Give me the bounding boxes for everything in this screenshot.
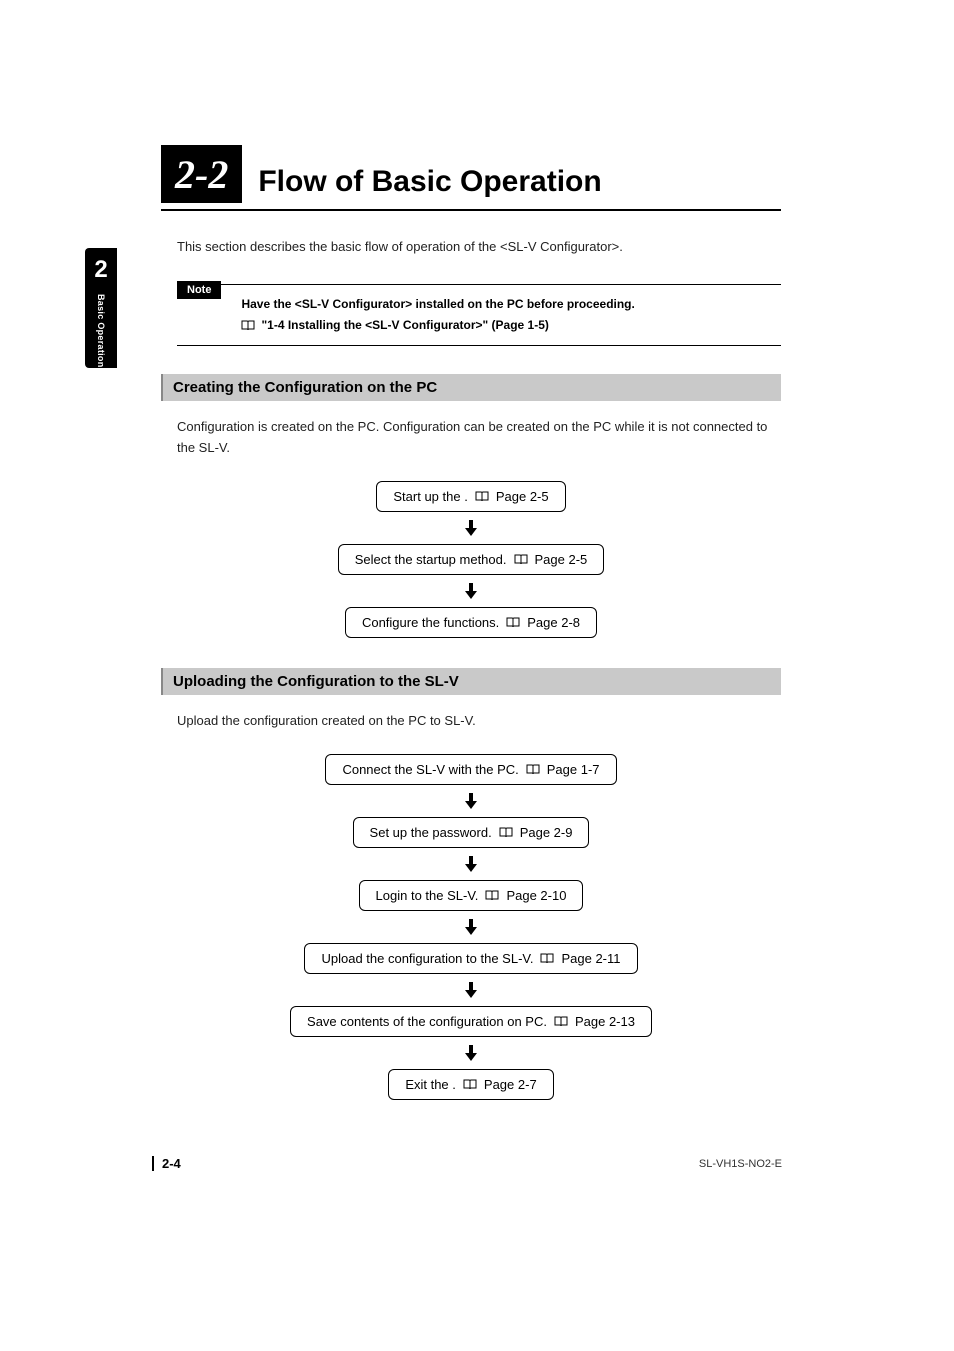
flow-step: Connect the SL-V with the PC. Page 1-7: [325, 754, 616, 785]
note-reference-text: "1-4 Installing the <SL-V Configurator>"…: [261, 316, 548, 335]
arrow-down-icon: [461, 1043, 481, 1063]
note-line1: Have the <SL-V Configurator> installed o…: [241, 295, 634, 314]
flow-step-text: Configure the functions.: [362, 615, 499, 630]
note-label: Note: [177, 281, 221, 299]
section-header: 2-2 Flow of Basic Operation: [161, 145, 781, 211]
flow-step-page: Page 2-10: [506, 888, 566, 903]
note-block: Note Have the <SL-V Configurator> instal…: [177, 284, 781, 346]
book-icon: [514, 554, 528, 565]
flow-step-text: Select the startup method.: [355, 552, 507, 567]
flow-step-page: Page 2-7: [484, 1077, 537, 1092]
note-body: Have the <SL-V Configurator> installed o…: [241, 295, 634, 335]
flow-step: Select the startup method. Page 2-5: [338, 544, 605, 575]
section-title: Flow of Basic Operation: [258, 165, 601, 203]
flow-step: Start up the . Page 2-5: [376, 481, 565, 512]
flow-chart-1: Start up the . Page 2-5Select the startu…: [161, 481, 781, 638]
subheading-uploading: Uploading the Configuration to the SL-V: [161, 668, 781, 695]
arrow-down-icon: [461, 917, 481, 937]
flow-step-page: Page 2-13: [575, 1014, 635, 1029]
book-icon: [499, 827, 513, 838]
flow-step-text: Start up the .: [393, 489, 467, 504]
flow-step: Save contents of the configuration on PC…: [290, 1006, 652, 1037]
flow-step-page: Page 2-5: [496, 489, 549, 504]
flow-step-text: Save contents of the configuration on PC…: [307, 1014, 547, 1029]
book-icon: [241, 320, 255, 331]
flow-step-page: Page 2-11: [561, 951, 620, 966]
book-icon: [540, 953, 554, 964]
flow-step-page: Page 2-9: [520, 825, 573, 840]
flow-step: Login to the SL-V. Page 2-10: [359, 880, 584, 911]
flow-step-text: Set up the password.: [370, 825, 492, 840]
chapter-title: Basic Operation: [96, 294, 106, 368]
arrow-down-icon: [461, 581, 481, 601]
arrow-down-icon: [461, 980, 481, 1000]
chapter-number: 2: [94, 256, 107, 284]
section1-body: Configuration is created on the PC. Conf…: [177, 417, 781, 459]
note-reference: "1-4 Installing the <SL-V Configurator>"…: [241, 316, 634, 335]
flow-step-text: Exit the .: [405, 1077, 456, 1092]
section-number-badge: 2-2: [161, 145, 242, 203]
intro-text: This section describes the basic flow of…: [177, 239, 781, 254]
flow-step-text: Connect the SL-V with the PC.: [342, 762, 518, 777]
flow-step-page: Page 2-5: [535, 552, 588, 567]
book-icon: [526, 764, 540, 775]
book-icon: [475, 491, 489, 502]
section2-body: Upload the configuration created on the …: [177, 711, 781, 732]
subheading-creating: Creating the Configuration on the PC: [161, 374, 781, 401]
flow-step: Upload the configuration to the SL-V. Pa…: [304, 943, 637, 974]
book-icon: [485, 890, 499, 901]
arrow-down-icon: [461, 518, 481, 538]
book-icon: [463, 1079, 477, 1090]
arrow-down-icon: [461, 854, 481, 874]
book-icon: [554, 1016, 568, 1027]
page-content: 2-2 Flow of Basic Operation This section…: [161, 145, 781, 1130]
flow-step: Set up the password. Page 2-9: [353, 817, 590, 848]
flow-chart-2: Connect the SL-V with the PC. Page 1-7 Se…: [161, 754, 781, 1100]
flow-step: Configure the functions. Page 2-8: [345, 607, 597, 638]
flow-step-page: Page 2-8: [527, 615, 580, 630]
flow-step-text: Login to the SL-V.: [376, 888, 479, 903]
book-icon: [506, 617, 520, 628]
arrow-down-icon: [461, 791, 481, 811]
flow-step-text: Upload the configuration to the SL-V.: [321, 951, 533, 966]
chapter-tab: 2 Basic Operation: [85, 248, 117, 368]
page-number: 2-4: [152, 1156, 181, 1171]
flow-step: Exit the . Page 2-7: [388, 1069, 553, 1100]
document-id: SL-VH1S-NO2-E: [699, 1158, 782, 1170]
flow-step-page: Page 1-7: [547, 762, 600, 777]
page-footer: 2-4 SL-VH1S-NO2-E: [152, 1156, 782, 1171]
